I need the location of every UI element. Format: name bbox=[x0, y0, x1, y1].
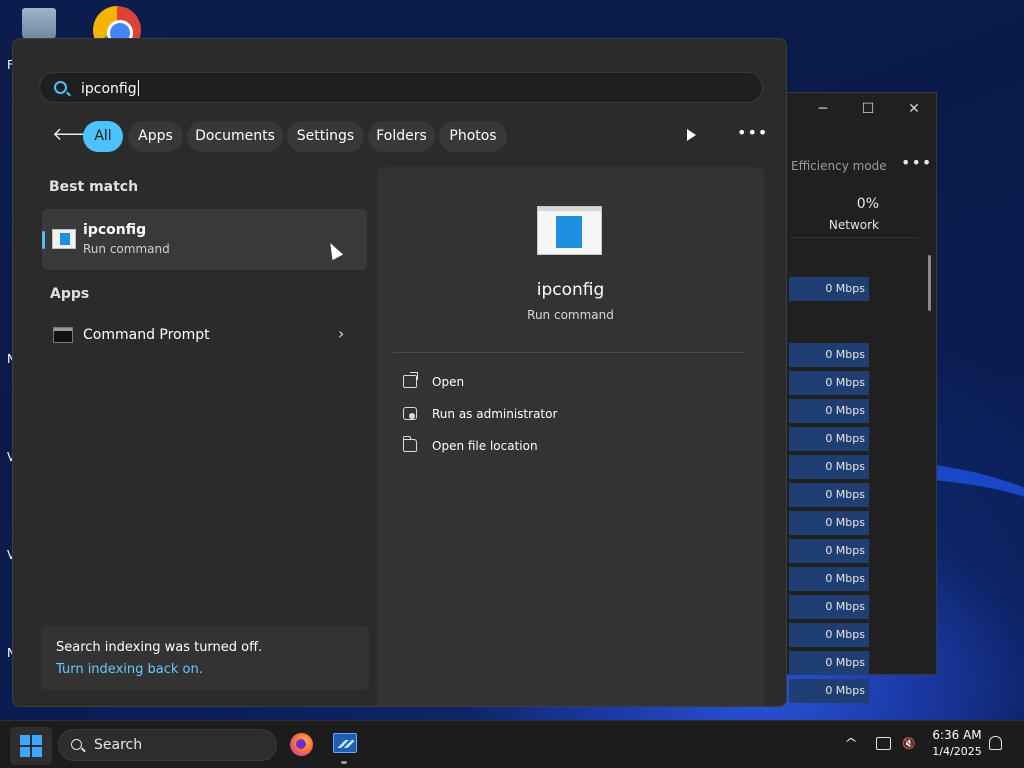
network-icon[interactable] bbox=[876, 737, 891, 750]
chevron-up-icon[interactable]: ^ bbox=[844, 736, 858, 750]
table-row[interactable]: 0 Mbps bbox=[789, 427, 869, 451]
run-as-admin-action[interactable]: Run as administrator bbox=[403, 404, 703, 426]
efficiency-mode-button[interactable]: Efficiency mode bbox=[791, 159, 887, 173]
search-query[interactable]: ipconfig bbox=[81, 80, 139, 97]
filter-folders[interactable]: Folders bbox=[368, 121, 435, 152]
divider bbox=[393, 352, 745, 353]
close-icon[interactable]: ✕ bbox=[904, 99, 924, 119]
table-row[interactable]: 0 Mbps bbox=[789, 623, 869, 647]
task-manager-window[interactable]: ─ ☐ ✕ Efficiency mode ••• 0% Network 0 M… bbox=[770, 92, 938, 703]
table-row[interactable]: 0 Mbps bbox=[789, 511, 869, 535]
taskbar-search-box[interactable]: Search bbox=[58, 729, 277, 761]
filter-settings[interactable]: Settings bbox=[287, 121, 364, 152]
search-icon bbox=[71, 739, 82, 750]
filter-photos[interactable]: Photos bbox=[439, 121, 507, 152]
network-column-header[interactable]: 0% Network bbox=[789, 188, 919, 238]
recycle-bin-icon[interactable] bbox=[22, 8, 56, 40]
best-match-subtitle: Run command bbox=[83, 242, 170, 256]
indexing-message: Search indexing was turned off. bbox=[56, 640, 263, 655]
task-manager-icon[interactable] bbox=[333, 733, 357, 753]
preview-title: ipconfig bbox=[536, 280, 605, 300]
clock-date[interactable]: 1/4/2025 bbox=[928, 745, 986, 758]
turn-indexing-on-link[interactable]: Turn indexing back on. bbox=[56, 662, 203, 677]
table-row[interactable]: 0 Mbps bbox=[789, 539, 869, 563]
action-label: Open file location bbox=[432, 439, 538, 453]
indexing-notice: Search indexing was turned off. Turn ind… bbox=[41, 626, 369, 690]
firefox-icon[interactable] bbox=[290, 733, 313, 756]
shield-icon bbox=[403, 407, 417, 420]
best-match-name: ipconfig bbox=[83, 222, 147, 238]
maximize-icon[interactable]: ☐ bbox=[858, 99, 878, 119]
preview-subtitle: Run command bbox=[527, 308, 614, 322]
taskbar: Search ^ 🔇 6:36 AM 1/4/2025 bbox=[0, 720, 1024, 768]
table-row[interactable]: 0 Mbps bbox=[789, 343, 869, 367]
more-options-icon[interactable]: ••• bbox=[737, 123, 768, 142]
search-input[interactable]: ipconfig bbox=[39, 72, 763, 103]
scrollbar[interactable] bbox=[928, 255, 931, 311]
chevron-right-icon[interactable]: › bbox=[338, 324, 344, 343]
folder-icon bbox=[403, 436, 417, 452]
apps-heading: Apps bbox=[50, 286, 90, 302]
run-command-icon bbox=[537, 206, 602, 255]
table-row[interactable]: 0 Mbps bbox=[789, 483, 869, 507]
action-label: Open bbox=[432, 375, 465, 389]
table-row[interactable]: 0 Mbps bbox=[789, 679, 869, 703]
selection-indicator bbox=[42, 231, 45, 249]
volume-muted-icon[interactable]: 🔇 bbox=[902, 737, 917, 750]
minimize-icon[interactable]: ─ bbox=[813, 99, 833, 119]
action-label: Run as administrator bbox=[432, 407, 558, 421]
network-percent: 0% bbox=[856, 196, 879, 212]
filter-all[interactable]: All bbox=[83, 121, 123, 152]
search-flyout: ipconfig 🡐 All Apps Documents Settings F… bbox=[12, 38, 787, 707]
back-arrow-icon[interactable]: 🡐 bbox=[52, 125, 100, 145]
filter-documents[interactable]: Documents bbox=[187, 121, 283, 152]
open-file-location-action[interactable]: Open file location bbox=[403, 436, 703, 458]
table-row[interactable]: 0 Mbps bbox=[789, 455, 869, 479]
preview-pane: ipconfig Run command Open Run as adminis… bbox=[377, 167, 764, 706]
play-icon[interactable] bbox=[687, 129, 696, 141]
text-caret bbox=[137, 80, 139, 96]
filter-apps[interactable]: Apps bbox=[128, 121, 183, 152]
start-button[interactable] bbox=[10, 727, 52, 765]
table-row[interactable]: 0 Mbps bbox=[789, 399, 869, 423]
network-label: Network bbox=[828, 218, 879, 232]
list-item-command-prompt[interactable]: Command Prompt › bbox=[42, 318, 367, 352]
table-row[interactable]: 0 Mbps bbox=[789, 371, 869, 395]
table-row[interactable]: 0 Mbps bbox=[789, 595, 869, 619]
running-indicator bbox=[341, 761, 347, 764]
more-options-icon[interactable]: ••• bbox=[901, 153, 932, 172]
search-icon bbox=[54, 81, 67, 94]
taskbar-search-label: Search bbox=[94, 737, 143, 753]
run-command-icon bbox=[52, 229, 76, 249]
open-action[interactable]: Open bbox=[403, 372, 703, 394]
command-prompt-icon bbox=[53, 327, 73, 343]
list-item-label: Command Prompt bbox=[83, 327, 210, 343]
best-match-item[interactable]: ipconfig Run command bbox=[42, 209, 367, 270]
window-controls: ─ ☐ ✕ bbox=[771, 99, 938, 123]
notification-bell-icon[interactable] bbox=[989, 736, 1002, 750]
search-query-text: ipconfig bbox=[81, 81, 137, 97]
table-row[interactable]: 0 Mbps bbox=[789, 651, 869, 675]
windows-logo-icon bbox=[20, 735, 42, 757]
table-row[interactable]: 0 Mbps bbox=[789, 277, 869, 301]
open-external-icon bbox=[403, 372, 418, 388]
best-match-heading: Best match bbox=[49, 179, 139, 195]
table-row[interactable]: 0 Mbps bbox=[789, 567, 869, 591]
clock-time[interactable]: 6:36 AM bbox=[930, 728, 984, 742]
